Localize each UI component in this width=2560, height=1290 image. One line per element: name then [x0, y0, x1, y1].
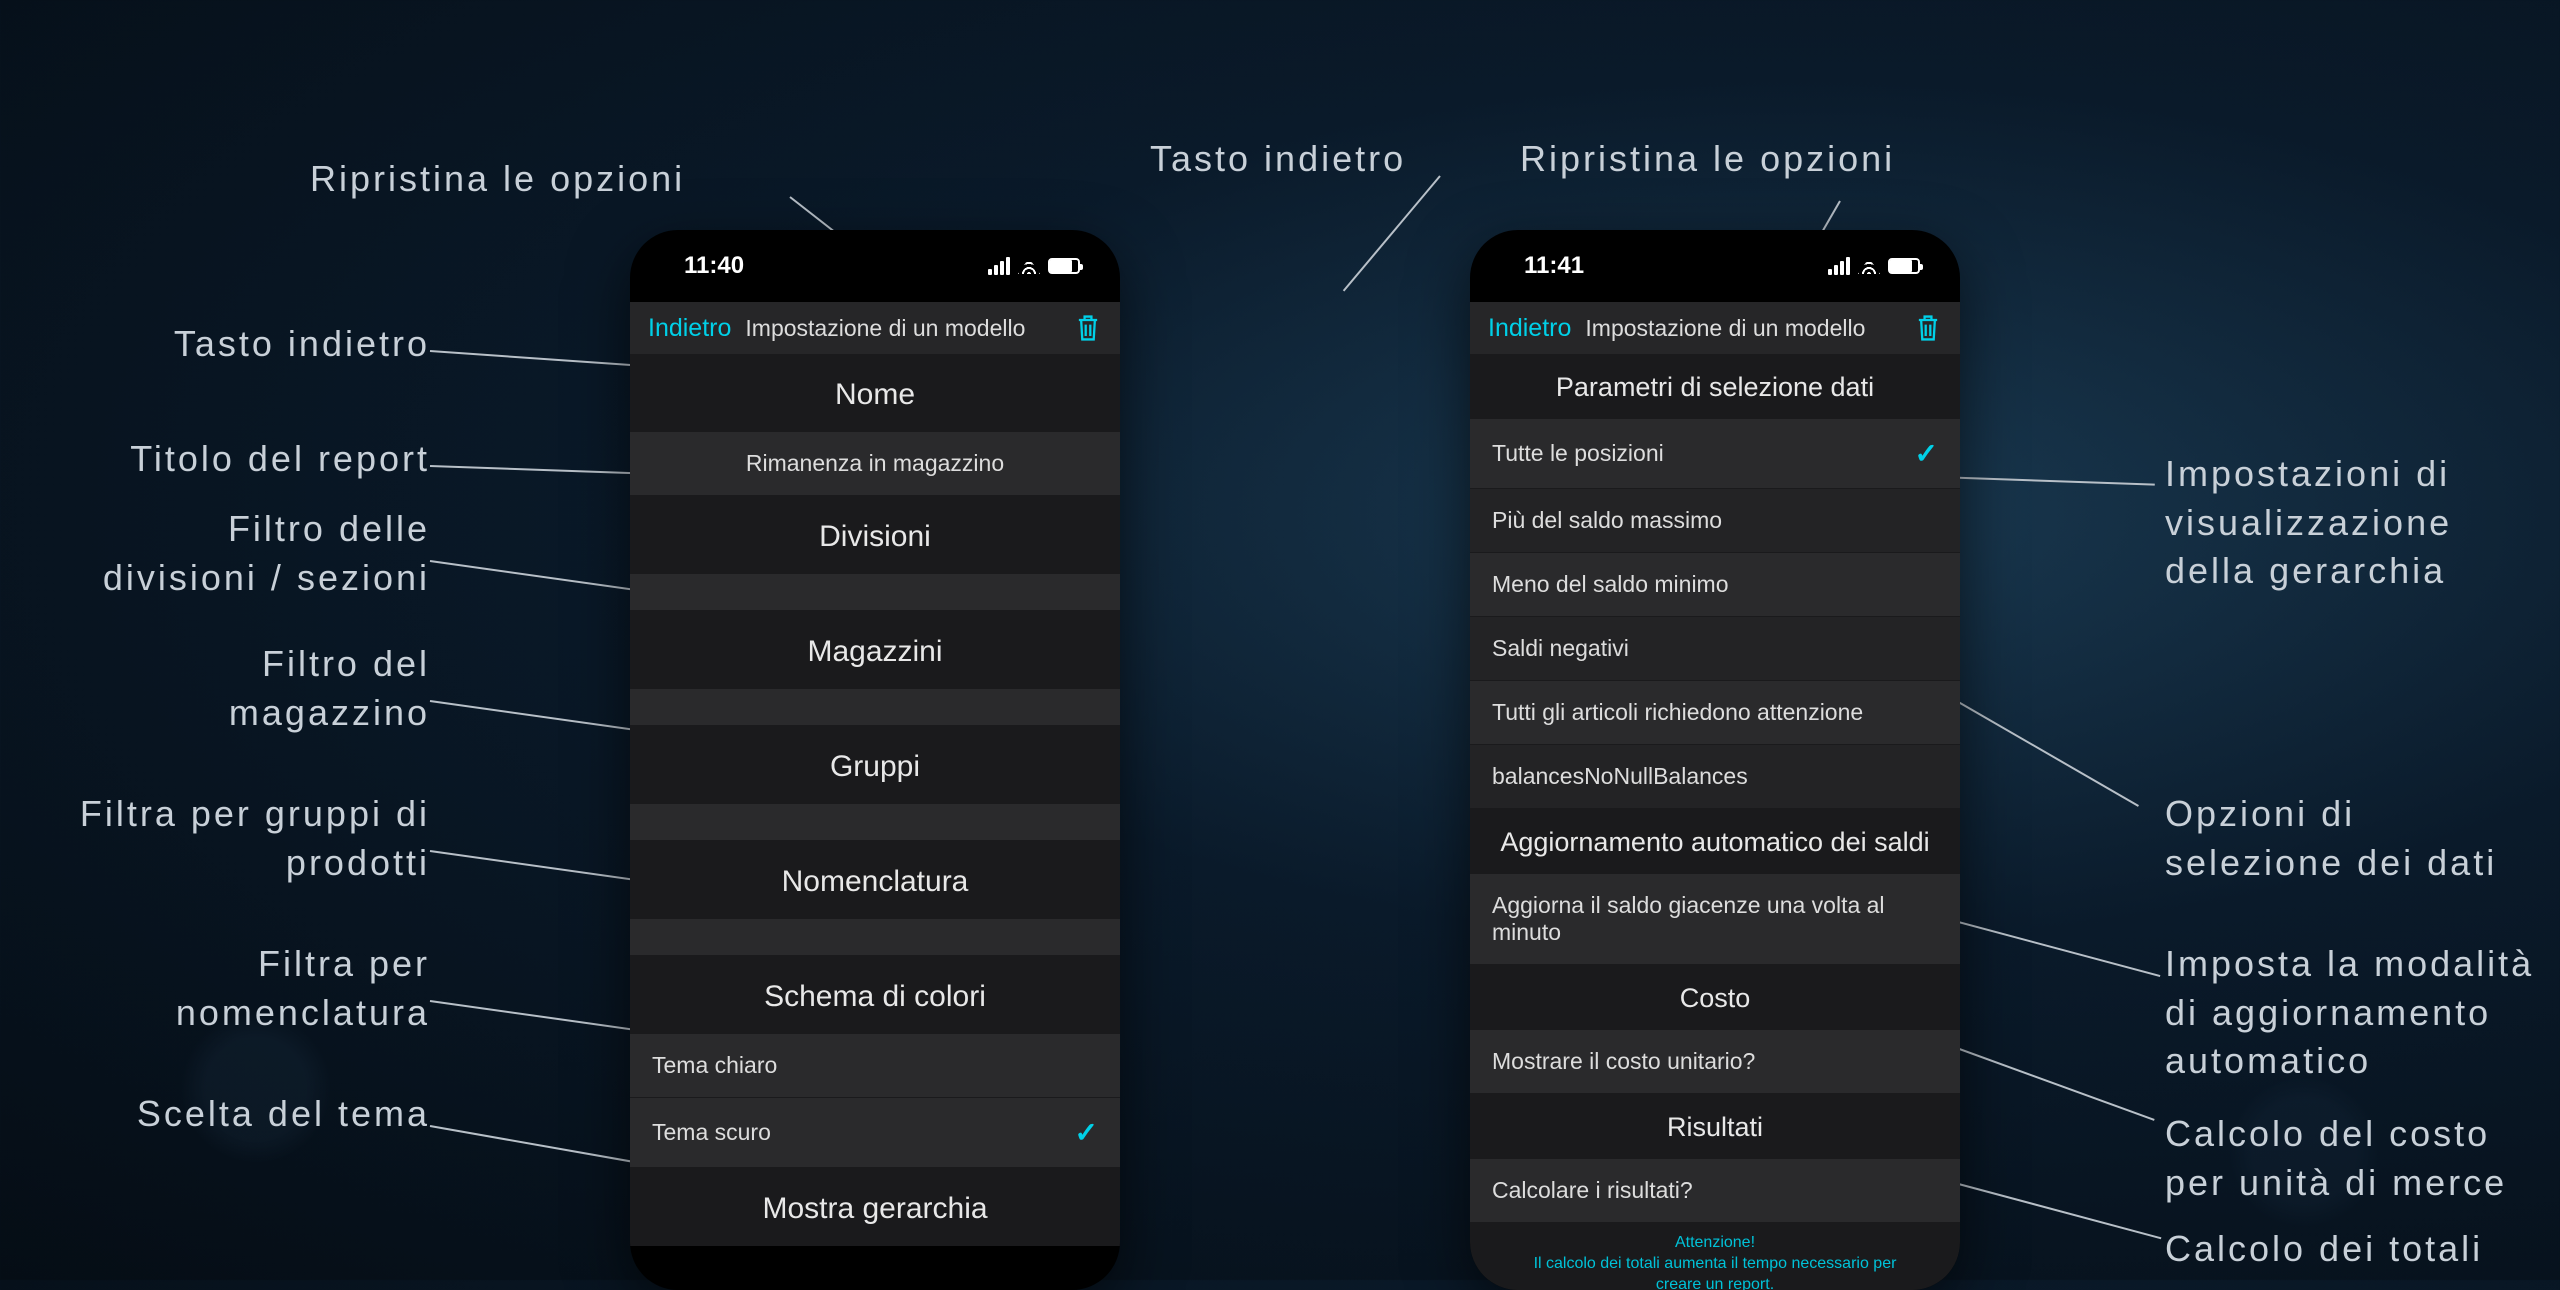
cost-row[interactable]: Mostrare il costo unitario?	[1470, 1030, 1960, 1094]
wifi-icon	[1018, 258, 1040, 274]
callout-auto-update: Imposta la modalitàdi aggiornamentoautom…	[2165, 940, 2534, 1086]
battery-icon	[1888, 258, 1920, 274]
callout-data-selection: Opzioni diselezione dei dati	[2165, 790, 2497, 887]
callout-nomenclature: Filtra pernomenclatura	[176, 940, 430, 1037]
callout-back-top: Tasto indietro	[1150, 135, 1406, 184]
callout-reset-left: Ripristina le opzioni	[310, 155, 685, 204]
line	[1343, 175, 1441, 291]
warehouses-row[interactable]	[630, 689, 1120, 726]
section-name: Nome	[630, 354, 1120, 432]
theme-light-label: Tema chiaro	[652, 1052, 777, 1079]
navbar: Indietro Impostazione di un modello	[1470, 302, 1960, 354]
status-bar: 11:41	[1470, 230, 1960, 302]
callout-totals: Calcolo dei totali	[2165, 1225, 2483, 1274]
back-button[interactable]: Indietro	[648, 314, 731, 343]
trash-icon[interactable]	[1074, 312, 1102, 344]
phone-right: 11:41 Indietro Impostazione di un modell…	[1470, 230, 1960, 1290]
opt-no-null[interactable]: balancesNoNullBalances	[1470, 745, 1960, 809]
navbar: Indietro Impostazione di un modello	[630, 302, 1120, 354]
callout-divisions: Filtro delledivisioni / sezioni	[103, 505, 430, 602]
battery-icon	[1048, 258, 1080, 274]
status-time: 11:40	[684, 252, 744, 280]
signal-icon	[988, 257, 1010, 275]
signal-icon	[1828, 257, 1850, 275]
nav-title: Impostazione di un modello	[745, 315, 1025, 342]
check-icon: ✓	[1075, 1116, 1098, 1149]
status-bar: 11:40	[630, 230, 1120, 302]
opt-all-positions[interactable]: Tutte le posizioni ✓	[1470, 419, 1960, 489]
section-color-scheme: Schema di colori	[630, 956, 1120, 1034]
callout-reset-right: Ripristina le opzioni	[1520, 135, 1895, 184]
phone-left: 11:40 Indietro Impostazione di un modell…	[630, 230, 1120, 1290]
theme-dark-label: Tema scuro	[652, 1119, 771, 1146]
wifi-icon	[1858, 258, 1880, 274]
trash-icon[interactable]	[1914, 312, 1942, 344]
theme-dark-row[interactable]: Tema scuro ✓	[630, 1098, 1120, 1168]
callout-unit-cost: Calcolo del costoper unità di merce	[2165, 1110, 2507, 1207]
callout-hierarchy-settings: Impostazioni divisualizzazionedella gera…	[2165, 450, 2452, 596]
opt-negative[interactable]: Saldi negativi	[1470, 617, 1960, 681]
section-nomenclature: Nomenclatura	[630, 841, 1120, 919]
section-cost: Costo	[1470, 965, 1960, 1030]
check-icon: ✓	[1915, 437, 1938, 470]
theme-light-row[interactable]: Tema chiaro	[630, 1034, 1120, 1098]
section-auto-update: Aggiornamento automatico dei saldi	[1470, 809, 1960, 874]
auto-update-row[interactable]: Aggiorna il saldo giacenze una volta al …	[1470, 874, 1960, 965]
callout-warehouse: Filtro delmagazzino	[229, 640, 430, 737]
section-groups: Gruppi	[630, 726, 1120, 804]
opt-below-min[interactable]: Meno del saldo minimo	[1470, 553, 1960, 617]
divisions-row[interactable]	[630, 574, 1120, 611]
callout-groups: Filtra per gruppi diprodotti	[80, 790, 430, 887]
section-data-params: Parametri di selezione dati	[1470, 354, 1960, 419]
nav-title: Impostazione di un modello	[1585, 315, 1865, 342]
section-results: Risultati	[1470, 1094, 1960, 1159]
results-row[interactable]: Calcolare i risultati?	[1470, 1159, 1960, 1223]
callout-theme: Scelta del tema	[137, 1090, 430, 1139]
section-hierarchy: Mostra gerarchia	[630, 1168, 1120, 1246]
groups-row[interactable]	[630, 804, 1120, 841]
opt-all-label: Tutte le posizioni	[1492, 440, 1664, 467]
callout-back-left: Tasto indietro	[174, 320, 430, 369]
name-field[interactable]: Rimanenza in magazzino	[630, 432, 1120, 496]
callout-report-title: Titolo del report	[130, 435, 430, 484]
opt-attention[interactable]: Tutti gli articoli richiedono attenzione	[1470, 681, 1960, 745]
nomenclature-row[interactable]	[630, 919, 1120, 956]
back-button[interactable]: Indietro	[1488, 314, 1571, 343]
section-divisions: Divisioni	[630, 496, 1120, 574]
status-time: 11:41	[1524, 252, 1584, 280]
section-warehouses: Magazzini	[630, 611, 1120, 689]
opt-above-max[interactable]: Più del saldo massimo	[1470, 489, 1960, 553]
